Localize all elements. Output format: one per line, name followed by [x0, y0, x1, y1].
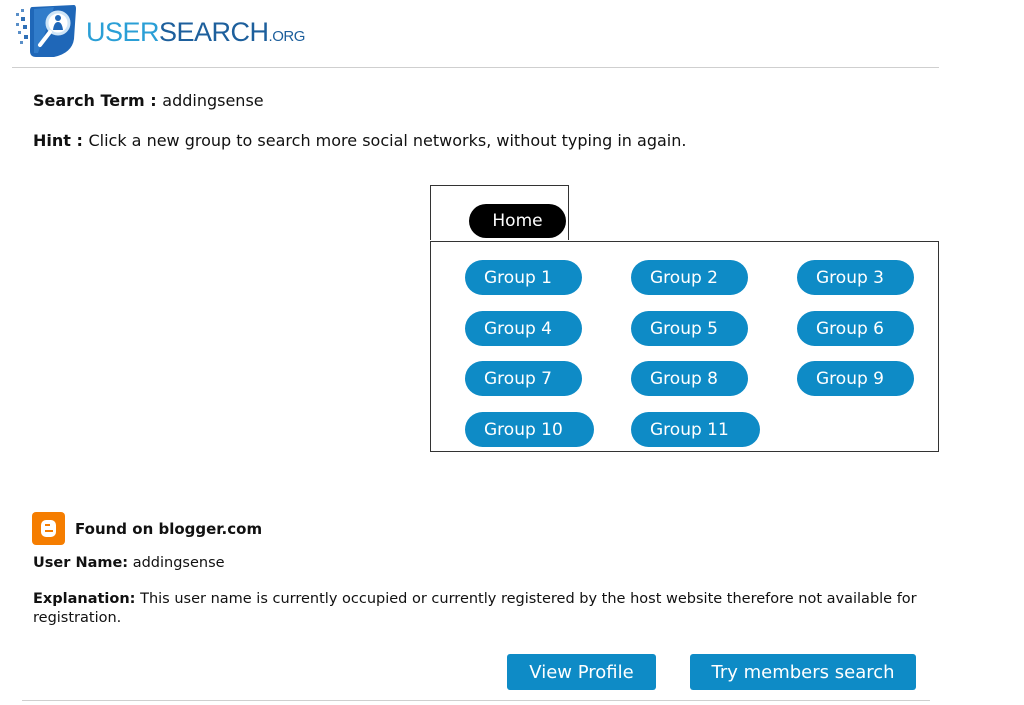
user-search-magnifier-icon: [14, 3, 78, 59]
found-on-text: Found on blogger.com: [75, 519, 263, 538]
explanation-label: Explanation:: [33, 591, 136, 607]
group-button-5[interactable]: Group 5: [631, 311, 748, 346]
group-button-3[interactable]: Group 3: [797, 260, 914, 295]
username-label: User Name:: [33, 555, 129, 571]
home-tab: Home: [430, 185, 569, 240]
username-line: User Name: addingsense: [33, 555, 225, 571]
blogger-icon: [32, 512, 65, 545]
explanation-text: This user name is currently occupied or …: [33, 591, 917, 626]
result-header: Found on blogger.com: [32, 512, 262, 545]
search-term-line: Search Term : addingsense: [33, 91, 264, 110]
group-button-6[interactable]: Group 6: [797, 311, 914, 346]
search-term-separator: :: [144, 91, 163, 110]
group-button-1[interactable]: Group 1: [465, 260, 582, 295]
groups-panel: Group 1 Group 2 Group 3 Group 4 Group 5 …: [430, 241, 939, 452]
group-button-7[interactable]: Group 7: [465, 361, 582, 396]
explanation-line: Explanation: This user name is currently…: [33, 590, 923, 628]
group-button-4[interactable]: Group 4: [465, 311, 582, 346]
username-value: addingsense: [132, 555, 225, 571]
hint-text: Click a new group to search more social …: [88, 131, 687, 150]
footer-divider: [22, 700, 930, 701]
search-term-value: addingsense: [162, 91, 264, 110]
header-divider: [12, 67, 939, 68]
hint-line: Hint : Click a new group to search more …: [33, 131, 686, 150]
search-term-label: Search Term: [33, 91, 145, 110]
group-button-9[interactable]: Group 9: [797, 361, 914, 396]
try-members-search-button[interactable]: Try members search: [690, 654, 916, 690]
hint-label: Hint: [33, 131, 71, 150]
view-profile-button[interactable]: View Profile: [507, 654, 656, 690]
group-button-8[interactable]: Group 8: [631, 361, 748, 396]
group-button-2[interactable]: Group 2: [631, 260, 748, 295]
site-logo[interactable]: USERSEARCH.ORG: [14, 3, 305, 59]
group-button-11[interactable]: Group 11: [631, 412, 760, 447]
home-button[interactable]: Home: [469, 204, 566, 238]
group-button-10[interactable]: Group 10: [465, 412, 594, 447]
site-name: USERSEARCH.ORG: [86, 16, 305, 47]
hint-separator: :: [70, 131, 89, 150]
